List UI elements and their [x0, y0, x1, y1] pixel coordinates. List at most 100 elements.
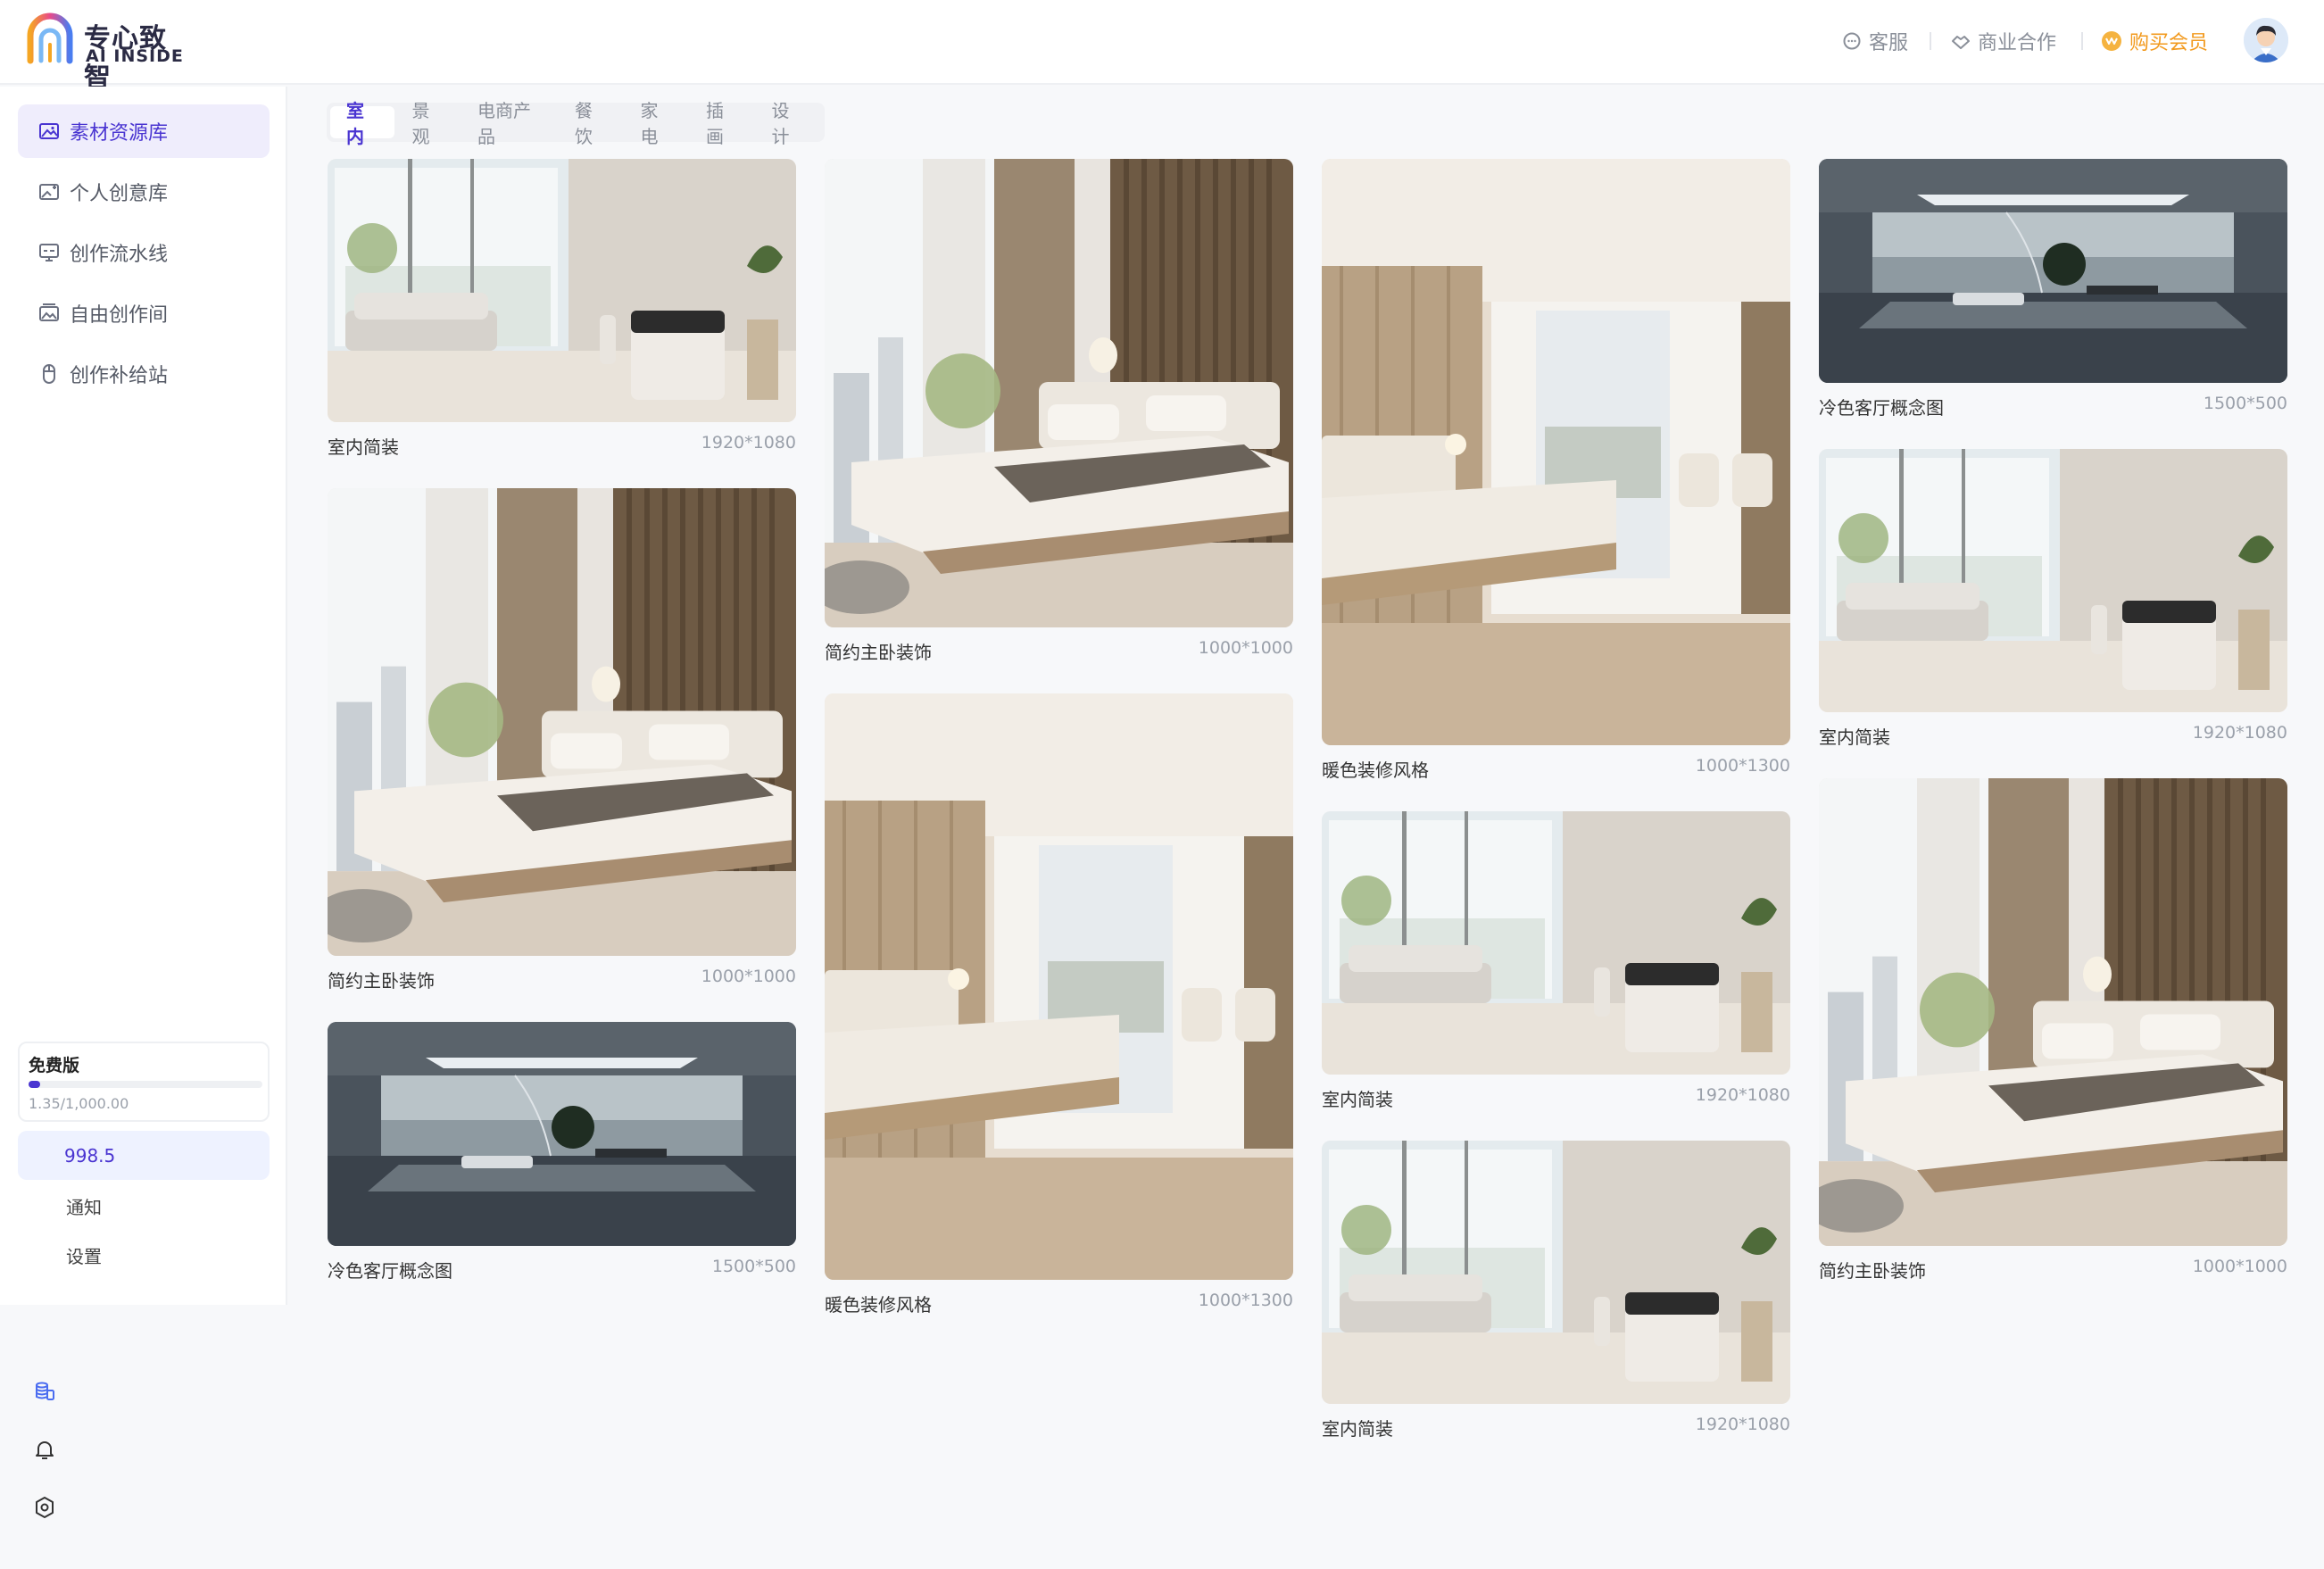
sidebar-item-label: 素材资源库 [70, 122, 169, 145]
plan-progress-track [29, 1081, 262, 1088]
card-meta: 简约主卧装饰 1000*1000 [825, 627, 1293, 663]
card-title: 冷色客厅概念图 [328, 1260, 452, 1282]
gallery-card[interactable]: 简约主卧装饰 1000*1000 [825, 159, 1293, 663]
sidebar-item-label: 自由创作间 [70, 304, 169, 327]
header-divider [1930, 32, 1931, 50]
sidebar: 素材资源库 个人创意库 创作流水线 自由创作间 创作补给站 免费版 1.35/1… [0, 87, 287, 1305]
supply-icon [37, 362, 61, 386]
bedroom-image[interactable] [328, 488, 796, 956]
living-room-image[interactable] [1819, 449, 2287, 712]
card-title: 暖色装修风格 [825, 1294, 932, 1316]
coins-icon[interactable] [32, 1379, 57, 1404]
bell-icon[interactable] [32, 1437, 57, 1462]
card-meta: 室内简装 1920*1080 [1819, 712, 2287, 748]
card-size: 1500*500 [2203, 394, 2287, 413]
card-title: 室内简装 [1322, 1089, 1393, 1110]
gallery-card[interactable]: 室内简装 1920*1080 [1322, 811, 1790, 1110]
plan-name: 免费版 [29, 1056, 80, 1075]
tab-interior[interactable]: 室内 [330, 100, 394, 147]
card-size: 1000*1300 [1198, 1291, 1293, 1310]
warm-bedroom-image[interactable] [1322, 159, 1790, 745]
plan-card[interactable]: 免费版 1.35/1,000.00 [18, 1042, 270, 1122]
bedroom-image[interactable] [1819, 778, 2287, 1246]
card-size: 1000*1000 [2192, 1257, 2287, 1276]
buy-vip-link[interactable]: 购买会员 [2101, 27, 2208, 55]
gallery-card[interactable]: 室内简装 1920*1080 [1322, 1141, 1790, 1440]
settings-link[interactable]: 设置 [66, 1242, 102, 1268]
personal-library-icon [37, 180, 61, 203]
gallery-card[interactable]: 简约主卧装饰 1000*1000 [328, 488, 796, 992]
sidebar-item-label: 创作流水线 [70, 244, 169, 266]
card-size: 1920*1080 [1695, 1415, 1790, 1434]
card-meta: 简约主卧装饰 1000*1000 [328, 956, 796, 992]
sidebar-item-supply[interactable]: 创作补给站 [18, 347, 270, 401]
notify-link[interactable]: 通知 [66, 1193, 102, 1219]
living-room-image[interactable] [1322, 1141, 1790, 1404]
card-meta: 冷色客厅概念图 1500*500 [328, 1246, 796, 1282]
card-title: 室内简装 [1322, 1418, 1393, 1440]
tab-design[interactable]: 设计 [756, 100, 820, 147]
cold-living-image[interactable] [328, 1022, 796, 1246]
vip-label: 购买会员 [2129, 32, 2209, 54]
card-size: 1000*1000 [1198, 638, 1293, 658]
sidebar-item-free-studio[interactable]: 自由创作间 [18, 286, 270, 340]
avatar-icon [2244, 18, 2288, 62]
plan-progress-fill [29, 1081, 41, 1088]
card-title: 暖色装修风格 [1322, 760, 1429, 781]
tab-ecommerce[interactable]: 电商产品 [461, 100, 557, 147]
tab-appliance[interactable]: 家电 [625, 100, 689, 147]
card-title: 室内简装 [328, 436, 399, 458]
settings-gear-icon[interactable] [32, 1495, 57, 1520]
header-actions: 客服 商业合作 购买会员 [1699, 0, 2324, 85]
tab-landscape[interactable]: 景观 [396, 100, 461, 147]
pipeline-icon [37, 241, 61, 264]
bedroom-image[interactable] [825, 159, 1293, 627]
tab-illustration[interactable]: 插画 [690, 100, 754, 147]
gallery-card[interactable]: 简约主卧装饰 1000*1000 [1819, 778, 2287, 1282]
vip-coin-icon [2102, 31, 2121, 51]
business-label: 商业合作 [1978, 32, 2057, 54]
gallery-card[interactable]: 暖色装修风格 1000*1300 [825, 693, 1293, 1316]
card-title: 冷色客厅概念图 [1819, 397, 1944, 419]
credits-value: 998.5 [64, 1144, 116, 1166]
handshake-icon [1952, 36, 1970, 49]
card-title: 室内简装 [1819, 726, 1890, 748]
business-link[interactable]: 商业合作 [1951, 27, 2056, 55]
living-room-image[interactable] [328, 159, 796, 422]
card-meta: 暖色装修风格 1000*1300 [1322, 745, 1790, 781]
header-divider [2081, 32, 2083, 50]
user-avatar[interactable] [2244, 18, 2288, 62]
chat-icon [1843, 32, 1861, 50]
sidebar-item-asset-library[interactable]: 素材资源库 [18, 104, 270, 158]
card-meta: 暖色装修风格 1000*1300 [825, 1280, 1293, 1316]
gallery-card[interactable]: 冷色客厅概念图 1500*500 [1819, 159, 2287, 419]
category-tabs: 室内 景观 电商产品 餐饮 家电 插画 设计 [327, 100, 825, 147]
gallery-card[interactable]: 室内简装 1920*1080 [328, 159, 796, 458]
card-size: 1920*1080 [1695, 1085, 1790, 1105]
support-link[interactable]: 客服 [1842, 27, 1908, 55]
sidebar-item-label: 个人创意库 [70, 183, 169, 205]
card-title: 简约主卧装饰 [328, 970, 435, 992]
card-size: 1920*1080 [2192, 723, 2287, 743]
living-room-image[interactable] [1322, 811, 1790, 1075]
image-library-icon [37, 120, 61, 143]
card-size: 1500*500 [711, 1257, 796, 1276]
card-title: 简约主卧装饰 [825, 642, 932, 663]
card-meta: 室内简装 1920*1080 [1322, 1075, 1790, 1110]
cold-living-image[interactable] [1819, 159, 2287, 383]
sidebar-item-personal-library[interactable]: 个人创意库 [18, 165, 270, 219]
brand-logo[interactable]: 专心致智 AI INSIDE [25, 12, 186, 94]
plan-usage: 1.35/1,000.00 [29, 1095, 129, 1112]
warm-bedroom-image[interactable] [825, 693, 1293, 1280]
gallery-card[interactable]: 室内简装 1920*1080 [1819, 449, 2287, 748]
credits-balance[interactable]: 998.5 [18, 1131, 270, 1180]
card-title: 简约主卧装饰 [1819, 1260, 1926, 1282]
card-size: 1920*1080 [701, 433, 796, 452]
support-label: 客服 [1869, 32, 1909, 54]
brand-name-en: AI INSIDE [86, 46, 184, 66]
gallery-card[interactable]: 暖色装修风格 1000*1300 [1322, 159, 1790, 781]
card-size: 1000*1000 [701, 967, 796, 986]
sidebar-item-pipeline[interactable]: 创作流水线 [18, 226, 270, 279]
tab-dining[interactable]: 餐饮 [559, 100, 623, 147]
gallery-card[interactable]: 冷色客厅概念图 1500*500 [328, 1022, 796, 1282]
